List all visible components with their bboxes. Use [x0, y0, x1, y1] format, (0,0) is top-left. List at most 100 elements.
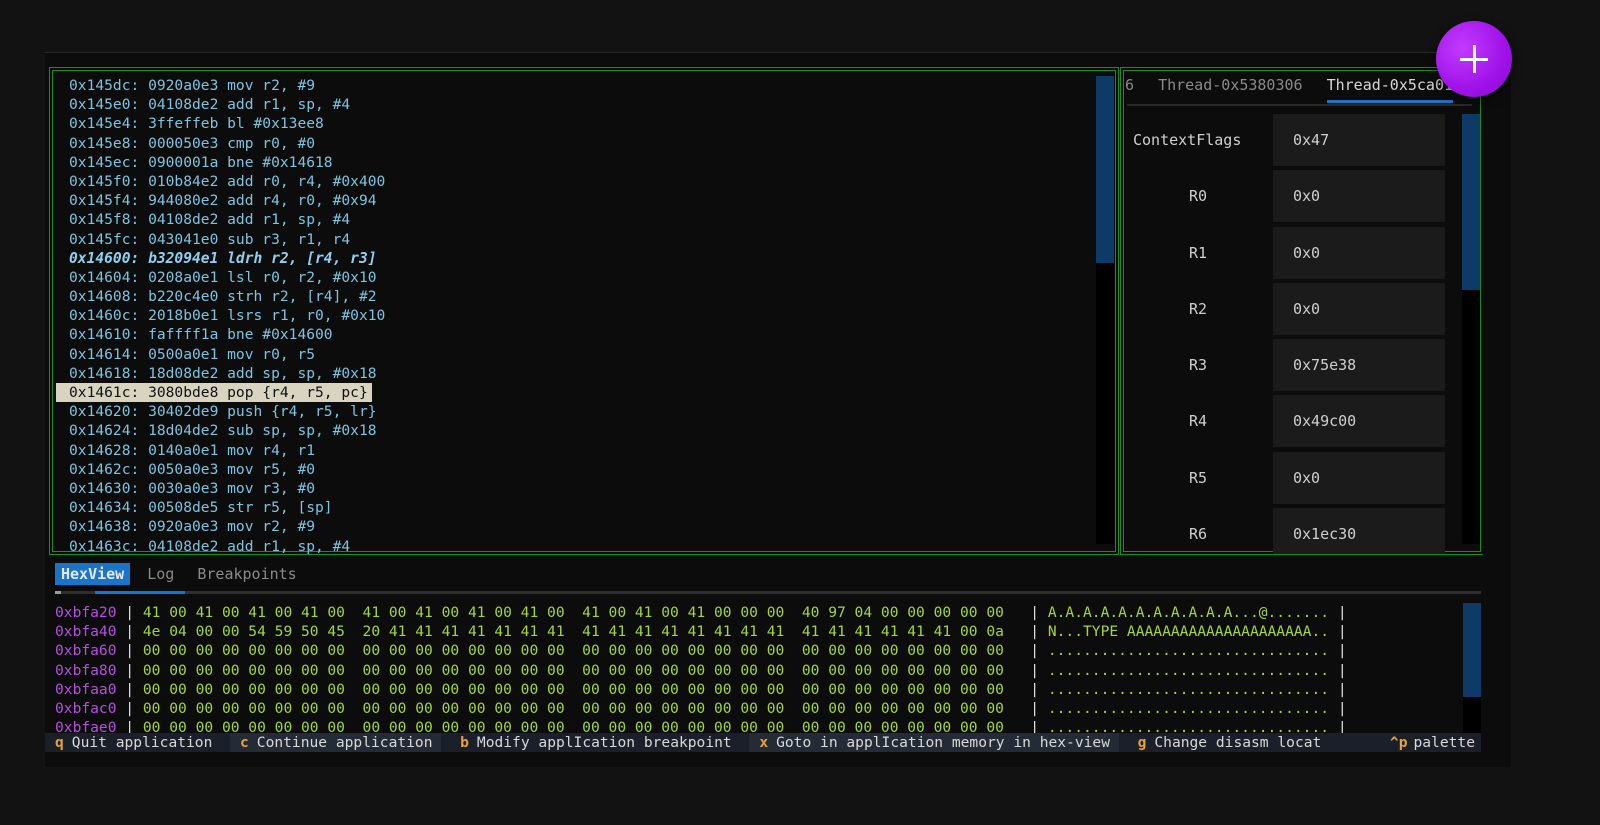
- disasm-line[interactable]: 0x14634: 00508de5 str r5, [sp]: [56, 498, 337, 517]
- tab-thread-0x5380306[interactable]: Thread-0x5380306: [1158, 76, 1303, 100]
- register-name: R1: [1188, 243, 1208, 262]
- tab-thread-0x5ca01[interactable]: Thread-0x5ca01: [1326, 76, 1454, 103]
- hexview-scrollbar[interactable]: [1463, 603, 1481, 737]
- footer-key: ^p: [1389, 734, 1408, 751]
- register-row: R2 0x0: [1125, 282, 1455, 339]
- hex-row[interactable]: 0xbfa60 | 00 00 00 00 00 00 00 00 00 00 …: [55, 641, 1347, 660]
- disasm-line[interactable]: 0x14604: 0208a0e1 lsl r0, r2, #0x10: [56, 268, 381, 287]
- register-name: R6: [1188, 525, 1208, 544]
- footer-palette[interactable]: ^p palette: [1385, 733, 1481, 752]
- register-value[interactable]: 0x0: [1273, 451, 1445, 504]
- hex-row[interactable]: 0xbfa40 | 4e 04 00 00 54 59 50 45 20 41 …: [55, 622, 1347, 641]
- hex-bytes: 00 00 00 00 00 00 00 00 00 00 00 00 00 0…: [142, 699, 1004, 717]
- register-row: R1 0x0: [1125, 226, 1455, 283]
- hex-separator: |: [116, 642, 143, 660]
- disasm-line[interactable]: 0x145dc: 0920a0e3 mov r2, #9: [56, 76, 319, 95]
- hex-separator: |: [116, 623, 143, 641]
- hex-separator: |: [1329, 623, 1347, 641]
- hex-row[interactable]: 0xbfa80 | 00 00 00 00 00 00 00 00 00 00 …: [55, 661, 1347, 680]
- hexview-scroll-thumb[interactable]: [1463, 603, 1481, 697]
- disasm-line[interactable]: 0x145e4: 3ffeffeb bl #0x13ee8: [56, 114, 328, 133]
- disasm-line-selected[interactable]: 0x1461c: 3080bde8 pop {r4, r5, pc}: [56, 383, 372, 403]
- hex-ascii: A.A.A.A.A.A.A.A.A.A.A...@.......: [1047, 604, 1330, 621]
- footer-label: Quit application: [71, 734, 213, 751]
- disasm-line[interactable]: 0x145f0: 010b84e2 add r0, r4, #0x400: [56, 172, 389, 191]
- footer-label: Change disasm locat: [1154, 734, 1322, 751]
- register-row: R4 0x49c00: [1125, 395, 1455, 451]
- disasm-line[interactable]: 0x1463c: 04108de2 add r1, sp, #4: [56, 537, 354, 556]
- register-row: ContextFlags 0x47: [1125, 114, 1455, 170]
- disasm-line[interactable]: 0x14624: 18d04de2 sub sp, sp, #0x18: [56, 421, 381, 440]
- disasm-line[interactable]: 0x145f8: 04108de2 add r1, sp, #4: [56, 210, 354, 229]
- footer-continue[interactable]: c Continue application: [229, 733, 442, 752]
- disasm-line[interactable]: 0x14608: b220c4e0 strh r2, [r4], #2: [56, 287, 381, 306]
- hex-row[interactable]: 0xbfac0 | 00 00 00 00 00 00 00 00 00 00 …: [55, 699, 1347, 718]
- disasm-line[interactable]: 0x14638: 0920a0e3 mov r2, #9: [56, 517, 319, 536]
- register-value[interactable]: 0x47: [1273, 114, 1445, 166]
- disassembly-list: 0x145dc: 0920a0e3 mov r2, #9 0x145e0: 04…: [56, 76, 389, 556]
- disasm-line[interactable]: 0x14630: 0030a0e3 mov r3, #0: [56, 479, 319, 498]
- register-value[interactable]: 0x0: [1273, 282, 1445, 335]
- disasm-line[interactable]: 0x14620: 30402de9 push {r4, r5, lr}: [56, 402, 381, 421]
- register-value[interactable]: 0x1ec30: [1273, 508, 1445, 554]
- hex-separator: |: [1329, 642, 1347, 660]
- hex-ascii: ................................: [1047, 699, 1330, 717]
- disasm-line[interactable]: 0x14618: 18d08de2 add sp, sp, #0x18: [56, 364, 381, 383]
- footer-label: Modify applIcation breakpoint: [476, 734, 732, 751]
- footer-label: Continue application: [256, 734, 433, 751]
- hex-address: 0xbfac0: [55, 699, 117, 717]
- hex-separator: |: [1329, 699, 1347, 717]
- hex-row[interactable]: 0xbfaa0 | 00 00 00 00 00 00 00 00 00 00 …: [55, 680, 1347, 699]
- hex-ascii: ................................: [1047, 642, 1330, 660]
- register-value[interactable]: 0x0: [1273, 170, 1445, 223]
- plus-icon: [1460, 45, 1488, 73]
- footer-key: b: [460, 734, 469, 751]
- tab-breakpoints[interactable]: Breakpoints: [191, 563, 302, 585]
- register-name: R3: [1188, 356, 1208, 375]
- disasm-line[interactable]: 0x14610: faffff1a bne #0x14600: [56, 325, 337, 344]
- disasm-line[interactable]: 0x14614: 0500a0e1 mov r0, r5: [56, 345, 319, 364]
- registers-scroll-thumb[interactable]: [1462, 114, 1480, 290]
- disassembly-pane[interactable]: 0x145dc: 0920a0e3 mov r2, #9 0x145e0: 04…: [49, 67, 1119, 555]
- register-value[interactable]: 0x0: [1273, 226, 1445, 279]
- tab-thread-partial[interactable]: 6: [1125, 76, 1134, 100]
- disasm-scrollbar[interactable]: [1096, 76, 1114, 544]
- tab-hexview[interactable]: HexView: [55, 563, 131, 585]
- footer-change-disasm[interactable]: g Change disasm locat: [1128, 733, 1322, 752]
- disasm-line[interactable]: 0x145e8: 000050e3 cmp r0, #0: [56, 134, 319, 153]
- hex-row[interactable]: 0xbfa20 | 41 00 41 00 41 00 41 00 41 00 …: [55, 603, 1347, 622]
- disasm-line-current-pc[interactable]: 0x14600: b32094e1 ldrh r2, [r4, r3]: [56, 249, 381, 268]
- disasm-line[interactable]: 0x14628: 0140a0e1 mov r4, r1: [56, 441, 319, 460]
- hex-separator: |: [1003, 699, 1048, 717]
- register-value[interactable]: 0x75e38: [1273, 339, 1445, 392]
- hex-separator: |: [1003, 680, 1048, 698]
- footer-breakpoint[interactable]: b Modify applIcation breakpoint: [450, 733, 740, 752]
- register-name: R2: [1188, 299, 1208, 318]
- register-value[interactable]: 0x49c00: [1273, 395, 1445, 448]
- hexview[interactable]: 0xbfa20 | 41 00 41 00 41 00 41 00 41 00 …: [55, 603, 1347, 737]
- floating-add-button[interactable]: [1436, 21, 1512, 97]
- hex-separator: |: [116, 699, 143, 717]
- disasm-line[interactable]: 0x145f4: 944080e2 add r4, r0, #0x94: [56, 191, 381, 210]
- footer-goto-hex[interactable]: x Goto in applIcation memory in hex-view: [749, 733, 1119, 752]
- register-name: R4: [1188, 412, 1208, 431]
- bottom-tabs: HexView Log Breakpoints: [55, 563, 305, 585]
- disasm-line[interactable]: 0x145fc: 043041e0 sub r3, r1, r4: [56, 230, 354, 249]
- threads-pane: 6 Thread-0x5380306 Thread-0x5ca01 Contex…: [1120, 67, 1483, 555]
- footer-quit[interactable]: q Quit application: [45, 733, 221, 752]
- register-row: R3 0x75e38: [1125, 339, 1455, 395]
- disasm-line[interactable]: 0x1460c: 2018b0e1 lsrs r1, r0, #0x10: [56, 306, 389, 325]
- hex-bytes: 4e 04 00 00 54 59 50 45 20 41 41 41 41 4…: [142, 623, 1004, 641]
- disasm-scroll-thumb[interactable]: [1096, 76, 1114, 264]
- disasm-line[interactable]: 0x1462c: 0050a0e3 mov r5, #0: [56, 460, 319, 479]
- hex-separator: |: [1329, 604, 1347, 621]
- disasm-line[interactable]: 0x145e0: 04108de2 add r1, sp, #4: [56, 95, 354, 114]
- footer-label: Goto in applIcation memory in hex-view: [776, 734, 1110, 751]
- register-name: ContextFlags: [1133, 131, 1242, 149]
- footer-key: x: [759, 734, 769, 751]
- hex-ascii: N...TYPE AAAAAAAAAAAAAAAAAAAAA..: [1047, 623, 1330, 641]
- registers-scrollbar[interactable]: [1462, 114, 1480, 544]
- tab-log[interactable]: Log: [141, 563, 180, 585]
- hex-bytes: 00 00 00 00 00 00 00 00 00 00 00 00 00 0…: [142, 661, 1004, 679]
- disasm-line[interactable]: 0x145ec: 0900001a bne #0x14618: [56, 153, 337, 172]
